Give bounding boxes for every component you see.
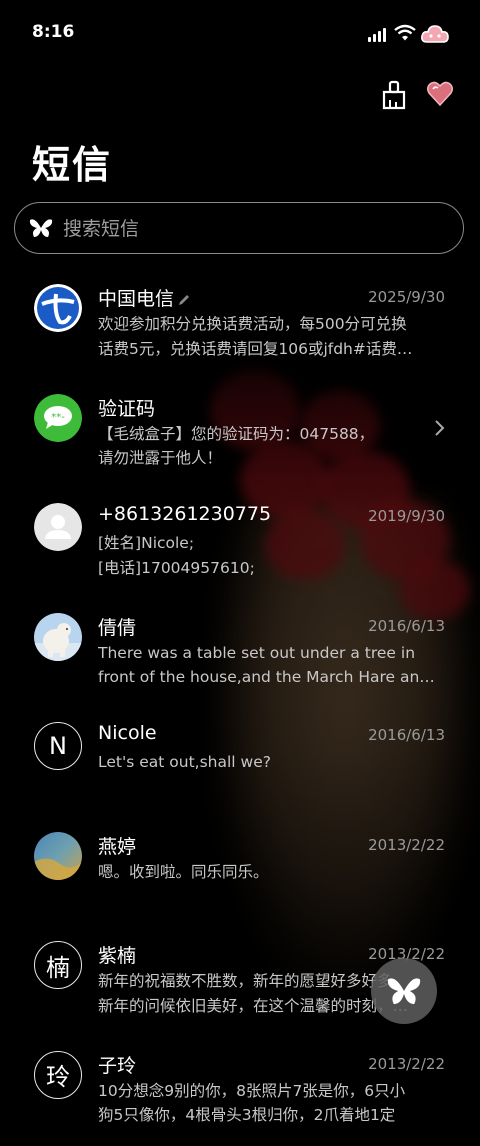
landscape-photo-avatar <box>34 832 82 880</box>
letter-avatar: 玲 <box>34 1051 82 1099</box>
edit-pencil-icon <box>177 293 191 307</box>
contact-name: 紫楠 <box>98 941 136 968</box>
contact-name: 燕婷 <box>98 832 136 859</box>
heart-icon[interactable] <box>426 80 454 108</box>
message-date: 2013/2/22 <box>368 836 445 854</box>
list-item[interactable]: **- 验证码 【毛绒盒子】您的验证码为：047588，请勿泄露于他人！ <box>0 380 480 490</box>
list-item[interactable]: +8613261230775 2019/9/30 [姓名]Nicole;[电话]… <box>0 489 480 599</box>
svg-text:**-: **- <box>51 412 65 423</box>
message-preview: 【毛绒盒子】您的验证码为：047588，请勿泄露于他人！ <box>98 422 448 471</box>
list-item[interactable]: N Nicole 2016/6/13 Let's eat out,shall w… <box>0 708 480 818</box>
message-preview: [姓名]Nicole;[电话]17004957610; <box>98 531 448 580</box>
message-bubble-icon: **- <box>34 394 82 442</box>
status-bar: 8:16 <box>0 0 480 64</box>
message-preview: There was a table set out under a tree i… <box>98 641 448 690</box>
message-preview: 10分想念9别的你，8张照片7张是你，6只小狗5只像你，4根骨头3根归你，2爪着… <box>98 1079 448 1128</box>
message-date: 2016/6/13 <box>368 726 445 744</box>
butterfly-icon <box>386 975 422 1007</box>
contact-name: Nicole <box>98 722 157 744</box>
battery-cloud-icon <box>420 24 450 44</box>
wifi-icon <box>394 24 416 42</box>
message-date: 2016/6/13 <box>368 617 445 635</box>
list-item[interactable]: 燕婷 2013/2/22 嗯。收到啦。同乐同乐。 <box>0 818 480 928</box>
contact-name: 子玲 <box>98 1051 136 1078</box>
contact-name: 验证码 <box>98 394 155 421</box>
letter-avatar: 楠 <box>34 941 82 989</box>
search-bar[interactable] <box>14 202 464 254</box>
message-date: 2019/9/30 <box>368 507 445 525</box>
message-date: 2013/2/22 <box>368 1055 445 1073</box>
compose-button[interactable] <box>371 958 437 1024</box>
message-date: 2025/9/30 <box>368 288 445 306</box>
contact-name: 倩倩 <box>98 613 136 640</box>
list-item[interactable]: 倩倩 2016/6/13 There was a table set out u… <box>0 599 480 709</box>
letter-avatar: N <box>34 722 82 770</box>
list-item[interactable]: 玲 子玲 2013/2/22 10分想念9别的你，8张照片7张是你，6只小狗5只… <box>0 1037 480 1146</box>
status-time: 8:16 <box>32 22 74 42</box>
contact-name: +8613261230775 <box>98 503 271 525</box>
broom-icon[interactable] <box>380 80 408 110</box>
list-item[interactable]: 中国电信 2025/9/30 欢迎参加积分兑换话费活动，每500分可兑换话费5元… <box>0 270 480 380</box>
message-preview: 欢迎参加积分兑换话费活动，每500分可兑换话费5元，兑换话费请回复106或jfd… <box>98 312 448 361</box>
top-actions <box>380 80 454 110</box>
page-title: 短信 <box>32 134 112 189</box>
contact-name: 中国电信 <box>98 284 191 311</box>
default-person-avatar <box>34 503 82 551</box>
polar-bear-avatar <box>34 613 82 661</box>
search-input[interactable] <box>61 213 445 245</box>
message-preview: 嗯。收到啦。同乐同乐。 <box>98 860 448 885</box>
signal-icon <box>368 26 388 42</box>
china-telecom-logo <box>34 284 82 332</box>
butterfly-icon <box>29 217 53 239</box>
message-preview: Let's eat out,shall we? <box>98 750 448 775</box>
